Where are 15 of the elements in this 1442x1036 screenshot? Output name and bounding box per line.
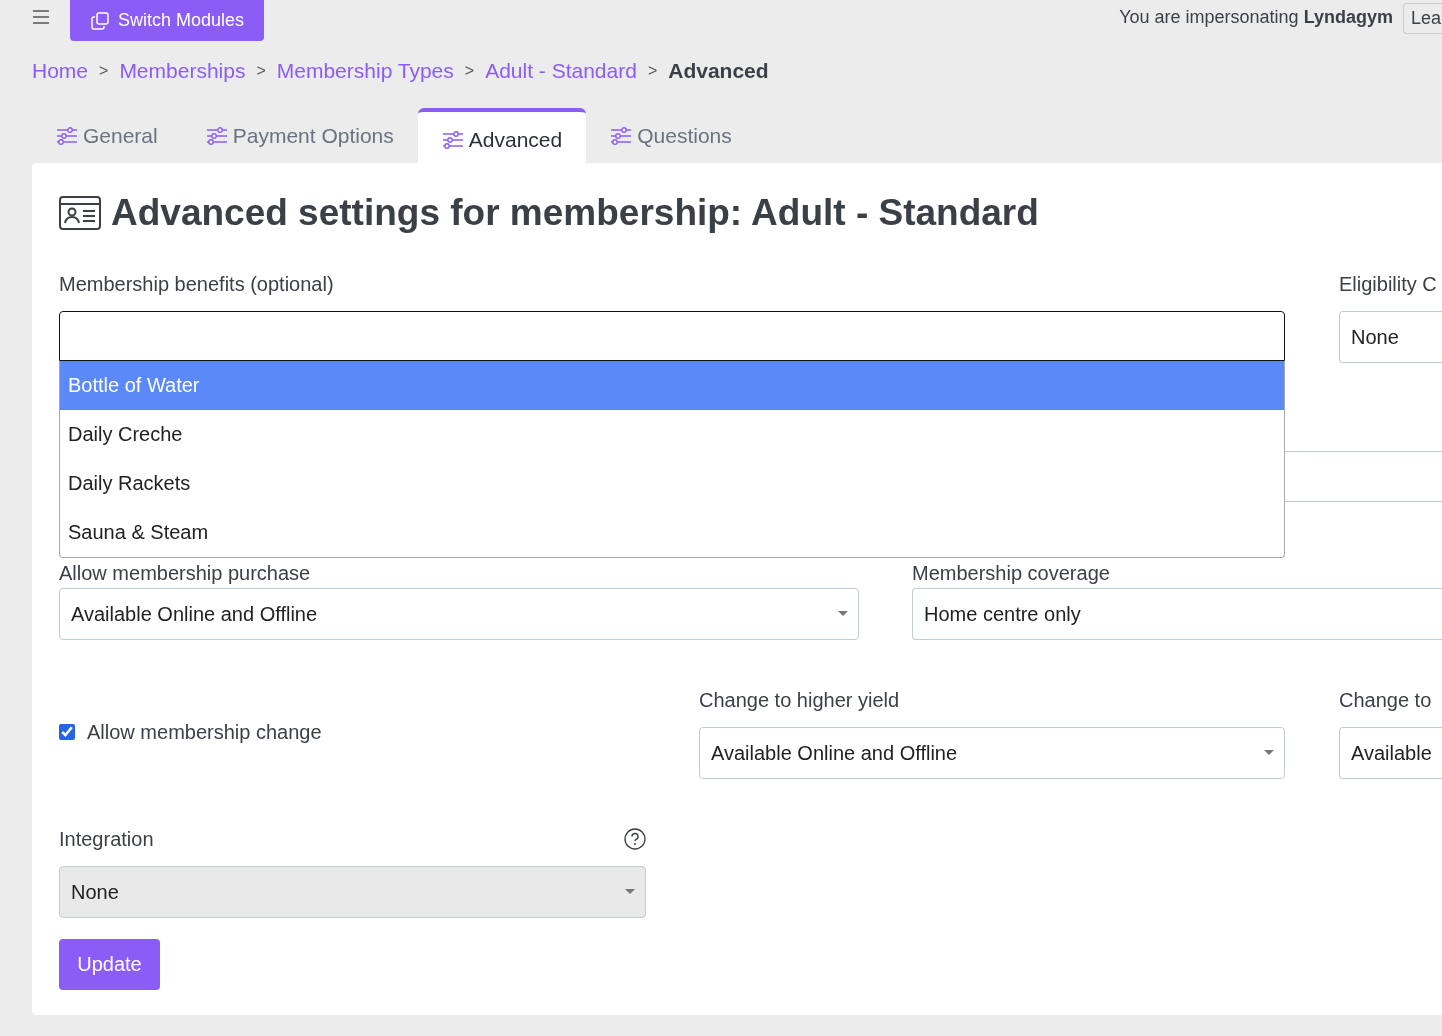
- field-label: Eligibility C: [1339, 272, 1438, 296]
- impersonation-text: You are impersonating Lyndagym: [1119, 7, 1393, 28]
- breadcrumb-separator: >: [99, 62, 109, 80]
- field-label: Change to: [1339, 688, 1433, 712]
- checkbox-label: Allow membership change: [87, 720, 322, 744]
- field-label: Change to higher yield: [699, 688, 901, 712]
- page-heading: Advanced settings for membership: Adult - Standard: [111, 192, 1039, 234]
- breadcrumb-separator: >: [647, 62, 658, 80]
- field-label: Integration: [59, 827, 154, 851]
- field-label: Allow membership purchase: [59, 561, 312, 585]
- field-label: Membership benefits (optional): [59, 272, 335, 296]
- breadcrumb-separator: >: [256, 62, 266, 80]
- field-label: Membership coverage: [912, 561, 1111, 585]
- breadcrumb-current: Advanced: [668, 59, 769, 83]
- breadcrumb-separator: >: [464, 62, 475, 80]
